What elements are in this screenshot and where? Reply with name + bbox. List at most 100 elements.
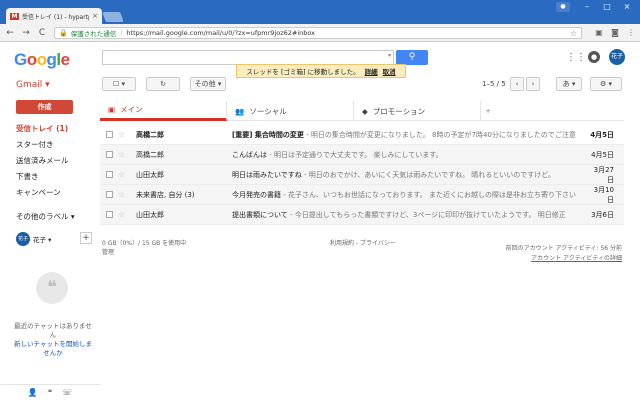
row-snippet: - 今日提出してもらった書類ですけど、3ページに印印が抜けていたようです。 明日… [287,210,566,219]
reload-icon[interactable]: C [36,27,48,39]
tab-title: 受信トレイ (1) - hypartpm [22,13,89,21]
row-checkbox[interactable] [106,131,113,138]
row-snippet: - 花子さん、いつもお世話になっております。 また近くにお越しの際は是非お立ち寄… [281,190,576,199]
select-checkbox-menu[interactable]: ☐ ▾ [102,77,136,91]
star-icon[interactable]: ☆ [118,170,128,179]
tab-close-icon[interactable]: × [92,12,98,20]
tab-label: ソーシャル [249,106,287,116]
next-page-button[interactable]: › [526,77,540,91]
maximize-button[interactable]: □ [598,2,616,12]
row-sender: 未来書店, 自分 (3) [136,190,195,199]
row-checkbox[interactable] [106,151,113,158]
person-icon[interactable]: ● [556,2,570,12]
browser-tab[interactable]: M 受信トレイ (1) - hypartpm × [6,8,102,24]
compose-button[interactable]: 作成 [16,100,73,114]
chat-empty-text: 最近のチャットはありません [14,322,92,339]
inbox-icon: ▣ [108,105,116,114]
contacts-icon[interactable]: 👤 [28,388,38,397]
pagination-text: 1–5 / 5 [482,80,506,88]
table-row[interactable]: ☆ 山田太郎 提出書類について - 今日提出してもらった書類ですけど、3ページに… [100,205,624,225]
apps-grid-icon[interactable]: ⋮⋮ [566,52,586,63]
table-row[interactable]: ☆ 高橋二郎 [重要] 集合時間の変更 - 明日の集合時間が変更になりました。 … [100,125,624,145]
tag-icon: ◆ [362,106,368,116]
account-avatar[interactable]: 花子 [609,49,625,65]
gmail-menu[interactable]: Gmail ▾ [16,80,50,90]
address-bar[interactable]: 🔒 保護された通信 | https://mail.google.com/mail… [54,27,582,39]
search-options-icon[interactable]: ▾ [388,52,391,59]
toast-undo-link[interactable]: 取消 [383,66,396,76]
star-icon[interactable]: ☆ [118,130,128,139]
new-tab-button[interactable] [102,12,124,22]
toast-detail-link[interactable]: 詳細 [365,66,378,76]
sidebar-item-inbox[interactable]: 受信トレイ (1) [16,123,68,134]
add-tab-button[interactable]: + [481,101,495,120]
table-row[interactable]: ☆ 高橋二郎 こんばんは - 明日は予定通りで大丈夫です。 楽しみにしています。… [100,145,624,165]
url-text: https://mail.google.com/mail/u/0/?zx=ufp… [126,29,316,37]
undo-toast: スレッドを [ゴミ箱] に移動しました。 詳細 取消 [236,64,406,78]
hangouts-user-name: 花子 ▾ [33,236,52,244]
row-subject: 今月発売の書籍 [232,190,281,199]
search-input[interactable] [102,50,394,65]
row-date: 4月5日 [590,130,614,139]
row-checkbox[interactable] [106,191,113,198]
table-row[interactable]: ☆ 未来書店, 自分 (3) 今月発売の書籍 - 花子さん、いつもお世話になって… [100,185,624,205]
tab-label: プロモーション [372,106,426,116]
back-arrow-icon[interactable]: ← [4,27,16,39]
row-date: 3月6日 [591,210,614,219]
sidebar-item-campaigns[interactable]: キャンペーン [16,187,61,198]
row-subject: 提出書類について [232,210,288,219]
minimize-button[interactable]: – [578,2,596,12]
close-window-button[interactable]: × [618,2,636,12]
start-chat-link[interactable]: 新しいチャットを開始しませんか [12,340,94,358]
refresh-button[interactable]: ↻ [146,77,180,91]
settings-button[interactable]: ⚙ ▾ [590,77,622,91]
sidebar-item-sent[interactable]: 送信済みメール [16,155,69,166]
phone-icon[interactable]: ☏ [62,388,72,397]
sidebar-item-drafts[interactable]: 下書き [16,171,39,182]
hangouts-icon[interactable]: ❝ [48,388,52,397]
secure-label: 保護された通信 [70,30,117,38]
row-checkbox[interactable] [106,171,113,178]
menu-icon[interactable]: ⋮ [626,28,636,38]
message-list: ☆ 高橋二郎 [重要] 集合時間の変更 - 明日の集合時間が変更になりました。 … [100,125,624,225]
notifications-icon[interactable]: ● [588,51,600,63]
table-row[interactable]: ☆ 山田太郎 明日は雨みたいですね - 明日のおでかけ、あいにく天気は雨みたいで… [100,165,624,185]
forward-arrow-icon[interactable]: → [20,27,32,39]
google-logo[interactable]: Google [14,50,70,70]
star-icon[interactable]: ☆ [118,210,128,219]
tab-label: メイン [120,105,143,114]
last-activity: 前回のアカウント アクティビティ: 56 分前 [505,245,622,252]
sidebar-footer: 👤 ❝ ☏ [0,384,100,400]
activity-details-link[interactable]: アカウント アクティビティの詳細 [470,253,622,262]
search-button[interactable]: ⚲ [396,50,428,65]
sidebar-item-starred[interactable]: スター付き [16,139,54,150]
more-actions-button[interactable]: その他 ▾ [190,77,226,91]
row-checkbox[interactable] [106,211,113,218]
star-icon[interactable]: ☆ [118,150,128,159]
row-date: 3月27日 [593,165,614,184]
bookmark-star-icon[interactable]: ☆ [570,29,577,38]
star-icon[interactable]: ☆ [118,190,128,199]
terms-privacy-link[interactable]: 利用規約 - プライバシー [330,238,396,247]
category-tabs: ▣ メイン 👥 ソーシャル ◆ プロモーション + [100,101,624,121]
tab-social[interactable]: 👥 ソーシャル [227,101,354,121]
row-sender: 山田太郎 [136,170,164,179]
manage-storage-link[interactable]: 管理 [102,247,114,256]
row-date: 4月5日 [591,150,614,159]
row-snippet: - 明日の集合時間が変更になりました。 8時の予定が7時40分になりましたのでご… [303,130,576,139]
sidebar-more-labels[interactable]: その他のラベル ▾ [16,211,75,222]
row-snippet: - 明日は予定通りで大丈夫です。 楽しみにしています。 [267,150,443,159]
tab-primary[interactable]: ▣ メイン [100,101,227,121]
search-icon: ⚲ [408,52,416,62]
input-tools-button[interactable]: あ ▾ [556,77,582,91]
hangouts-quote-icon: ❝ [36,272,68,304]
storage-usage: 0 GB（0%）/ 15 GB を使用中 [102,240,187,247]
row-subject: 明日は雨みたいですね [232,170,302,179]
row-subject: [重要] 集合時間の変更 [232,130,304,139]
prev-page-button[interactable]: ‹ [510,77,524,91]
row-subject: こんばんは [232,150,267,159]
camera-icon[interactable]: ◙ [610,28,620,38]
add-contact-button[interactable]: + [80,232,92,244]
tab-promotions[interactable]: ◆ プロモーション [354,101,481,121]
extension-icon[interactable]: ▣ [594,28,604,38]
